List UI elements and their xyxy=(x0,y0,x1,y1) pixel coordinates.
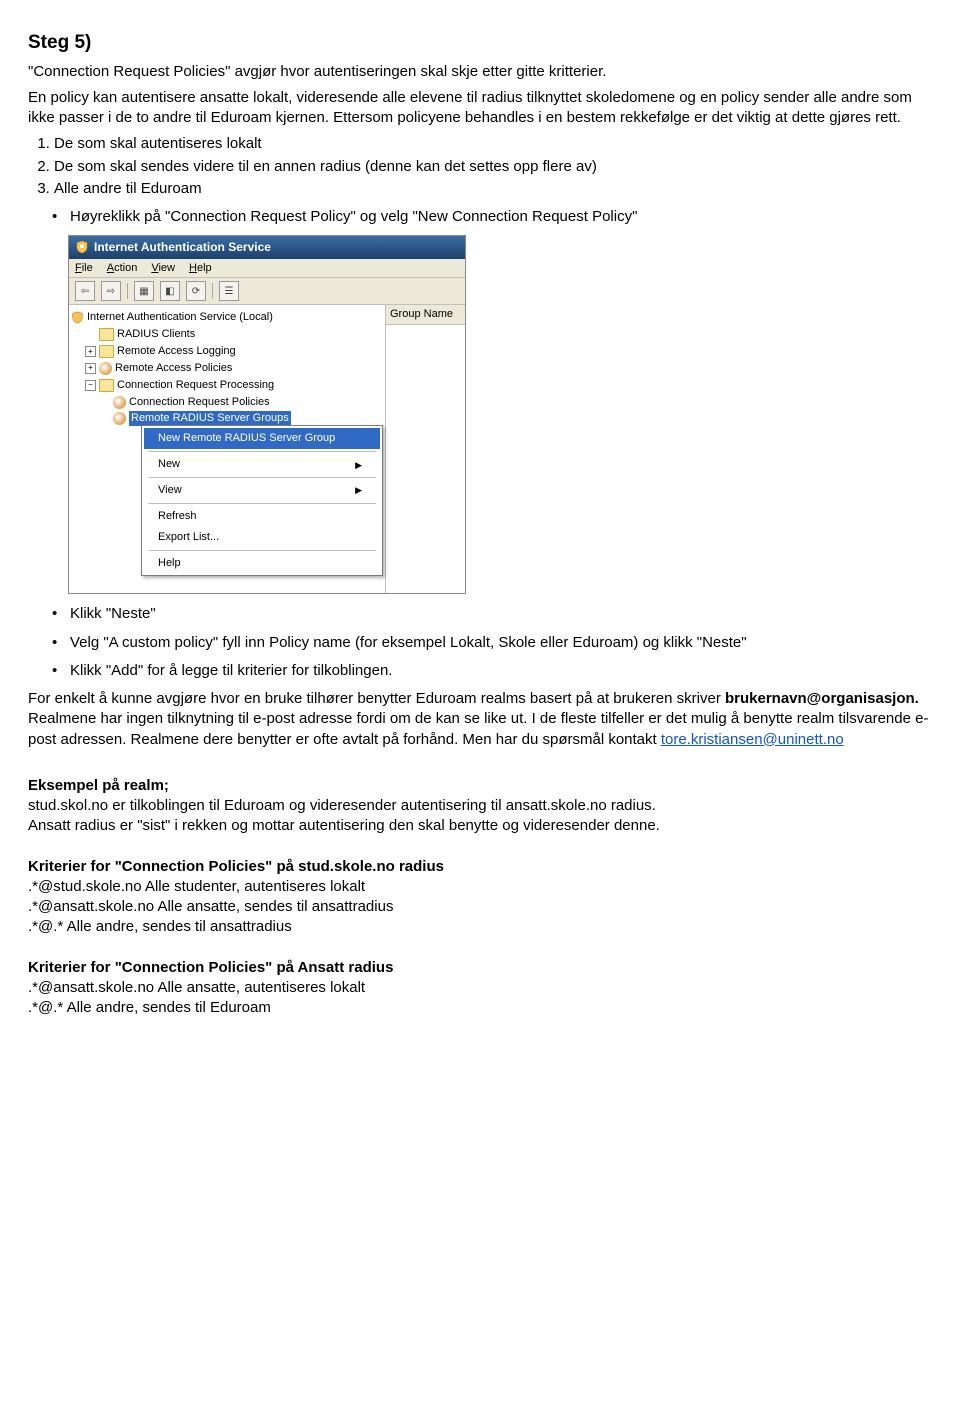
tree-label: RADIUS Clients xyxy=(117,327,195,342)
criteria-line: .*@.* Alle andre, sendes til ansattradiu… xyxy=(28,917,932,937)
example-heading: Eksempel på realm; xyxy=(28,776,932,796)
context-menu: New Remote RADIUS Server Group New▶ View… xyxy=(141,425,383,576)
submenu-arrow-icon: ▶ xyxy=(355,459,362,471)
tree-label: Connection Request Processing xyxy=(117,378,274,393)
submenu-arrow-icon: ▶ xyxy=(355,484,362,496)
expand-icon[interactable]: + xyxy=(85,346,96,357)
ias-window: Internet Authentication Service File Act… xyxy=(68,235,466,594)
menubar: File Action View Help xyxy=(69,259,465,279)
bullet-item: Klikk "Neste" xyxy=(28,604,932,624)
list-item: De som skal sendes videre til en annen r… xyxy=(54,157,932,177)
criteria-line: .*@.* Alle andre, sendes til Eduroam xyxy=(28,998,932,1018)
menu-item-help[interactable]: Help xyxy=(144,553,380,574)
window-title: Internet Authentication Service xyxy=(94,239,271,255)
toolbar-separator xyxy=(127,283,128,299)
policy-icon xyxy=(113,396,126,409)
tree-label: Remote Access Policies xyxy=(115,361,232,376)
shield-icon xyxy=(75,240,89,254)
menu-item-view[interactable]: View▶ xyxy=(144,480,380,501)
menu-item-new[interactable]: New▶ xyxy=(144,454,380,475)
intro-paragraph-2: En policy kan autentisere ansatte lokalt… xyxy=(28,88,932,129)
criteria-heading-2: Kriterier for "Connection Policies" på A… xyxy=(28,958,932,978)
menu-action[interactable]: Action xyxy=(107,261,138,276)
column-header[interactable]: Group Name xyxy=(386,305,465,325)
tool-button[interactable]: ◧ xyxy=(160,281,180,301)
toolbar: ⇦ ⇨ ▦ ◧ ⟳ ☰ xyxy=(69,278,465,305)
refresh-button[interactable]: ⟳ xyxy=(186,281,206,301)
forward-button[interactable]: ⇨ xyxy=(101,281,121,301)
example-line: stud.skol.no er tilkoblingen til Eduroam… xyxy=(28,796,932,816)
menu-item-new-group[interactable]: New Remote RADIUS Server Group xyxy=(144,428,380,449)
tree-node[interactable]: − Connection Request Processing xyxy=(71,377,383,394)
intro-paragraph-1: "Connection Request Policies" avgjør hvo… xyxy=(28,62,932,82)
menu-help[interactable]: Help xyxy=(189,261,212,276)
shield-icon xyxy=(71,311,84,324)
bold-text: brukernavn@organisasjon. xyxy=(725,690,919,707)
tool-button[interactable]: ☰ xyxy=(219,281,239,301)
page-heading: Steg 5) xyxy=(28,30,932,56)
policy-icon xyxy=(113,412,126,425)
realm-paragraph: For enkelt å kunne avgjøre hvor en bruke… xyxy=(28,689,932,750)
bullet-item: Velg "A custom policy" fyll inn Policy n… xyxy=(28,633,932,653)
criteria-heading-1: Kriterier for "Connection Policies" på s… xyxy=(28,857,932,877)
list-item: De som skal autentiseres lokalt xyxy=(54,134,932,154)
expand-icon[interactable]: + xyxy=(85,363,96,374)
numbered-list: De som skal autentiseres lokalt De som s… xyxy=(54,134,932,199)
tree-node[interactable]: RADIUS Clients xyxy=(71,326,383,343)
policy-icon xyxy=(99,362,112,375)
example-line: Ansatt radius er "sist" i rekken og mott… xyxy=(28,816,932,836)
tree-node[interactable]: Connection Request Policies xyxy=(71,394,383,411)
menu-file[interactable]: File xyxy=(75,261,93,276)
tool-button[interactable]: ▦ xyxy=(134,281,154,301)
toolbar-separator xyxy=(212,283,213,299)
criteria-line: .*@ansatt.skole.no Alle ansatte, sendes … xyxy=(28,897,932,917)
contact-email-link[interactable]: tore.kristiansen@uninett.no xyxy=(661,731,844,748)
tree-node[interactable]: + Remote Access Logging xyxy=(71,343,383,360)
folder-icon xyxy=(99,345,114,358)
menu-item-export[interactable]: Export List... xyxy=(144,527,380,548)
tree-pane: Internet Authentication Service (Local) … xyxy=(69,305,386,593)
tree-node[interactable]: + Remote Access Policies xyxy=(71,360,383,377)
list-item: Alle andre til Eduroam xyxy=(54,179,932,199)
tree-label: Remote RADIUS Server Groups xyxy=(129,411,291,426)
window-titlebar: Internet Authentication Service xyxy=(69,236,465,258)
criteria-line: .*@stud.skole.no Alle studenter, autenti… xyxy=(28,877,932,897)
bullet-item: Høyreklikk på "Connection Request Policy… xyxy=(28,207,932,227)
collapse-icon[interactable]: − xyxy=(85,380,96,391)
tree-root[interactable]: Internet Authentication Service (Local) xyxy=(71,309,383,326)
menu-item-refresh[interactable]: Refresh xyxy=(144,506,380,527)
back-button[interactable]: ⇦ xyxy=(75,281,95,301)
tree-label: Internet Authentication Service (Local) xyxy=(87,310,273,325)
tree-label: Remote Access Logging xyxy=(117,344,236,359)
folder-icon xyxy=(99,379,114,392)
menu-view[interactable]: View xyxy=(151,261,175,276)
folder-icon xyxy=(99,328,114,341)
right-pane: Group Name xyxy=(386,305,465,593)
bullet-item: Klikk "Add" for å legge til kriterier fo… xyxy=(28,661,932,681)
criteria-line: .*@ansatt.skole.no Alle ansatte, autenti… xyxy=(28,978,932,998)
tree-label: Connection Request Policies xyxy=(129,395,270,410)
